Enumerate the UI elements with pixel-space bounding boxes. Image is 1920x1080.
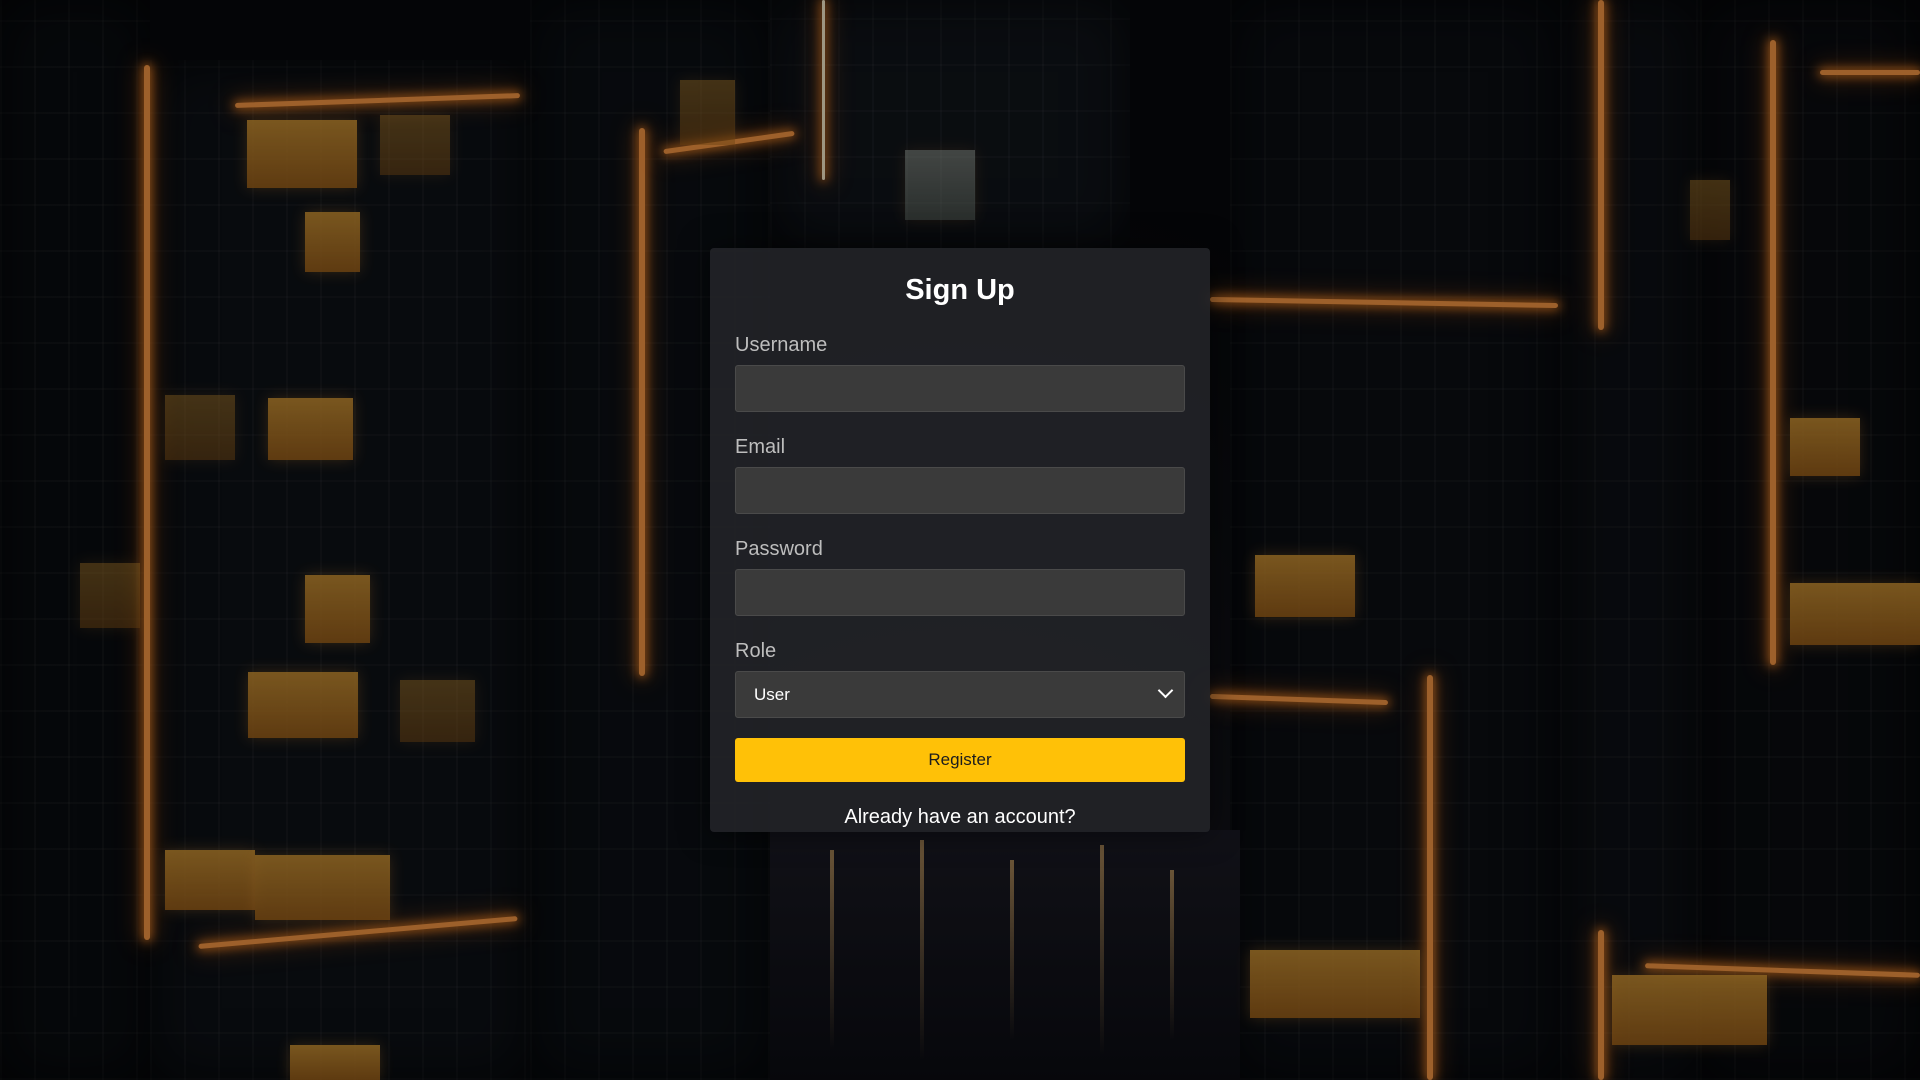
password-label: Password (735, 538, 823, 560)
password-input[interactable] (735, 569, 1185, 616)
login-link[interactable]: Already have an account? (735, 802, 1185, 832)
username-label: Username (735, 334, 828, 356)
role-selected-value[interactable]: User (735, 671, 1185, 718)
page-title: Sign Up (905, 274, 1015, 306)
email-label: Email (735, 436, 786, 458)
username-input[interactable] (735, 365, 1185, 412)
role-select[interactable]: User (735, 671, 1185, 718)
register-button[interactable]: Register (735, 738, 1185, 782)
email-input[interactable] (735, 467, 1185, 514)
signup-card: Sign Up Username Email Password Role Use… (710, 248, 1210, 832)
role-label: Role (735, 640, 777, 662)
